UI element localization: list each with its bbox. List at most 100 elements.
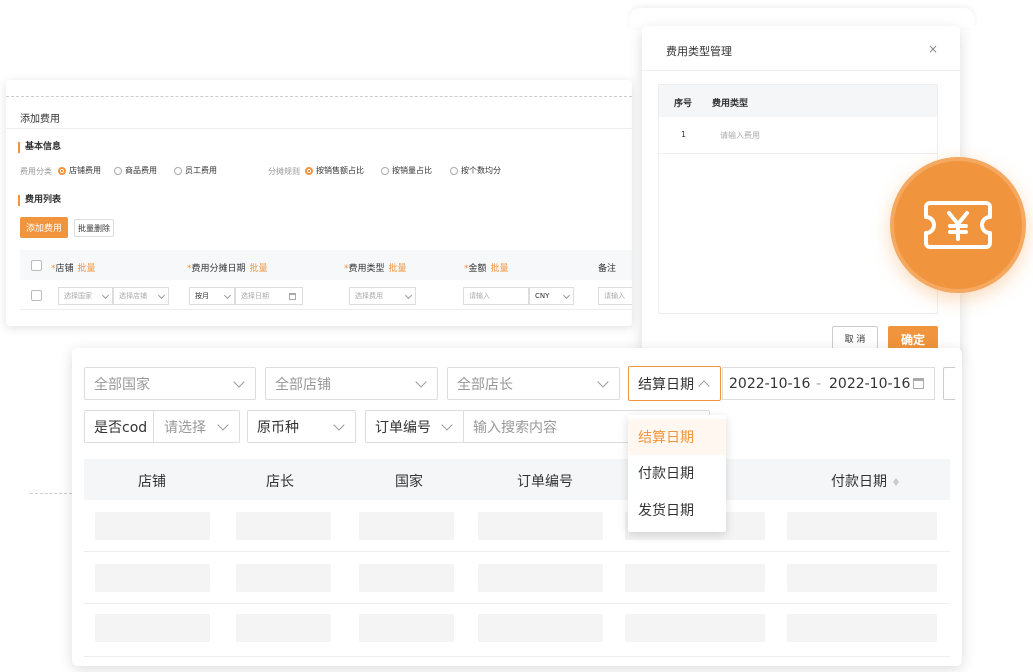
radio-icon <box>450 166 458 175</box>
store-filter[interactable]: 全部店铺 <box>265 367 438 400</box>
bulk-link[interactable]: 批量 <box>491 264 509 274</box>
divider <box>6 128 632 129</box>
divider <box>659 153 937 154</box>
skeleton-cell <box>95 512 210 540</box>
chevron-up-icon <box>698 380 710 392</box>
radio-by-sales[interactable]: 按销售额占比 <box>305 165 364 176</box>
panel-title: 添加费用 <box>20 114 60 125</box>
skeleton-cell <box>625 614 765 642</box>
country-filter[interactable]: 全部国家 <box>84 367 256 400</box>
dialog-title: 费用类型管理 <box>666 45 732 58</box>
fee-table-header <box>20 250 632 280</box>
radio-checked-icon <box>58 166 66 175</box>
section-basic-info: 基本信息 <box>18 142 61 153</box>
skeleton-cell <box>478 512 603 540</box>
radio-checked-icon <box>305 166 313 175</box>
radio-icon <box>174 166 182 175</box>
truncated-control[interactable] <box>943 367 955 400</box>
date-type-dropdown: 结算日期 付款日期 发货日期 <box>628 415 726 532</box>
chevron-down-icon <box>223 291 232 300</box>
radio-staff-fee[interactable]: 员工费用 <box>174 165 217 176</box>
add-fee-button[interactable]: 添加费用 <box>20 217 68 238</box>
date-end[interactable]: 2022-10-16 <box>829 376 910 392</box>
skeleton-cell <box>625 564 765 592</box>
col-alloc-date: *费用分摊日期 批量 <box>187 264 268 274</box>
date-range-picker[interactable]: 2022-10-16 - 2022-10-16 <box>722 367 935 400</box>
skeleton-cell <box>787 512 937 540</box>
col-store: *店铺 批量 <box>51 264 96 274</box>
radio-store-fee[interactable]: 店铺费用 <box>58 165 101 176</box>
chevron-down-icon <box>157 291 166 300</box>
radio-icon <box>114 166 122 175</box>
skeleton-cell <box>95 614 210 642</box>
row-checkbox[interactable] <box>31 290 42 301</box>
date-start[interactable]: 2022-10-16 <box>729 376 810 392</box>
close-icon[interactable]: × <box>928 42 938 56</box>
col-amount: *金额 批量 <box>464 264 509 274</box>
currency-select[interactable]: CNY <box>529 287 574 305</box>
skeleton-cell <box>478 564 603 592</box>
table-header <box>659 85 937 117</box>
divider <box>84 551 950 552</box>
add-fee-panel: 添加费用 基本信息 费用分类 店铺费用 商品费用 员工费用 分摊规则 按销售额占… <box>6 80 632 326</box>
date-picker[interactable]: 选择日期 <box>235 287 303 305</box>
section-fee-list: 费用列表 <box>18 195 61 206</box>
divider <box>84 656 950 657</box>
manager-filter[interactable]: 全部店长 <box>447 367 620 400</box>
currency-filter[interactable]: 原币种 <box>247 410 356 443</box>
select-all-checkbox[interactable] <box>31 260 42 271</box>
col-order-no: 订单编号 <box>517 474 573 490</box>
option-ship-date[interactable]: 发货日期 <box>628 492 726 528</box>
skeleton-cell <box>359 512 454 540</box>
divider <box>642 70 960 71</box>
bulk-link[interactable]: 批量 <box>78 264 96 274</box>
note-input[interactable]: 请输入 <box>598 287 632 305</box>
sort-icon <box>892 475 900 487</box>
divider <box>30 493 72 494</box>
col-fee-type: 费用类型 <box>712 99 749 109</box>
col-store: 店铺 <box>138 474 166 490</box>
divider <box>84 603 950 604</box>
cancel-button[interactable]: 取 消 <box>832 326 878 350</box>
by-month-select[interactable]: 按月 <box>189 287 235 305</box>
fee-type-input[interactable]: 请输入费用 <box>720 130 760 141</box>
row-index: 1 <box>681 130 687 139</box>
fee-type-select[interactable]: 选择费用 <box>349 287 416 305</box>
chevron-down-icon <box>597 376 609 388</box>
divider <box>153 410 154 443</box>
radio-by-volume[interactable]: 按销量占比 <box>381 165 432 176</box>
skeleton-cell <box>236 564 331 592</box>
skeleton-cell <box>359 564 454 592</box>
bulk-delete-button[interactable]: 批量删除 <box>74 219 114 237</box>
col-note: 备注 <box>598 264 617 274</box>
yuan-ticket-icon <box>924 201 992 249</box>
chevron-down-icon <box>404 291 413 300</box>
radio-icon <box>381 166 389 175</box>
col-manager: 店长 <box>266 474 294 490</box>
skeleton-cell <box>236 614 331 642</box>
bulk-link[interactable]: 批量 <box>250 264 268 274</box>
chevron-down-icon <box>441 419 453 431</box>
chevron-down-icon <box>233 376 245 388</box>
chevron-down-icon <box>217 419 229 431</box>
yuan-ticket-badge <box>890 157 1026 293</box>
skeleton-cell <box>236 512 331 540</box>
store-select[interactable]: 选择店铺 <box>113 287 169 305</box>
cod-filter[interactable]: 是否cod 请选择 <box>84 410 240 443</box>
radio-even[interactable]: 按个数均分 <box>450 165 501 176</box>
radio-product-fee[interactable]: 商品费用 <box>114 165 157 176</box>
skeleton-cell <box>95 564 210 592</box>
col-fee-type: *费用类型 批量 <box>344 264 407 274</box>
skeleton-cell <box>478 614 603 642</box>
option-pay-date[interactable]: 付款日期 <box>628 455 726 491</box>
order-field-select[interactable]: 订单编号 <box>365 410 464 443</box>
col-pay-date[interactable]: 付款日期 <box>831 471 900 491</box>
skeleton-cell <box>787 564 937 592</box>
bulk-link[interactable]: 批量 <box>389 264 407 274</box>
col-index: 序号 <box>674 99 693 109</box>
country-select[interactable]: 选择国家 <box>58 287 113 305</box>
date-separator: - <box>816 376 822 392</box>
amount-input[interactable]: 请输入 <box>463 287 529 305</box>
date-type-select[interactable]: 结算日期 <box>628 366 721 401</box>
option-settle-date[interactable]: 结算日期 <box>628 419 726 455</box>
